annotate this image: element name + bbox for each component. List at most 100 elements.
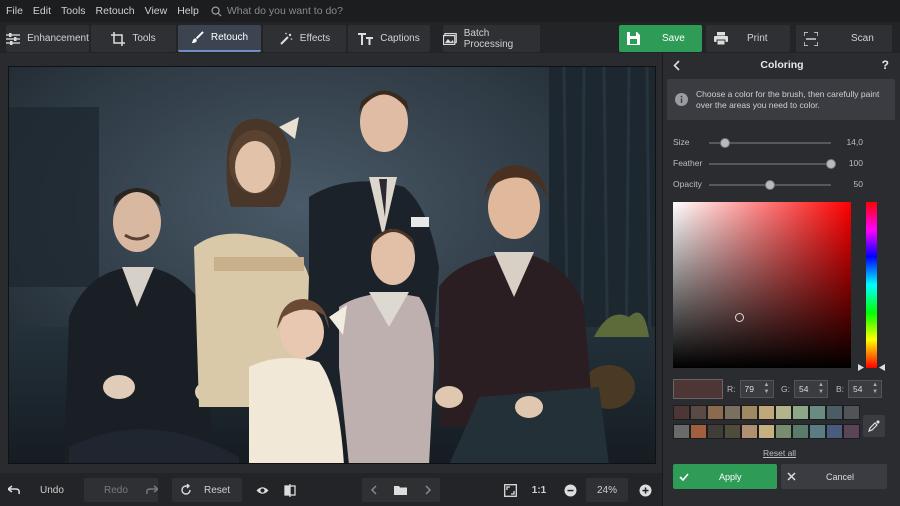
fit-to-screen-button[interactable]	[500, 478, 520, 502]
save-button[interactable]: Save	[619, 25, 702, 52]
color-swatch[interactable]	[809, 424, 826, 439]
blue-label: B:	[836, 384, 845, 394]
menu-retouch[interactable]: Retouch	[96, 5, 135, 17]
toolbar: Enhancement Tools Retouch Effects Captio…	[0, 22, 900, 53]
color-swatch[interactable]	[758, 405, 775, 420]
zoom-out-button[interactable]	[562, 478, 578, 502]
hue-pointer-left-icon[interactable]	[858, 364, 864, 371]
reset-button[interactable]: Reset	[172, 478, 242, 502]
color-saturation-picker[interactable]	[673, 202, 851, 368]
color-swatch[interactable]	[775, 405, 792, 420]
help-icon[interactable]: ?	[882, 58, 889, 72]
color-swatch[interactable]	[809, 405, 826, 420]
color-swatch[interactable]	[792, 405, 809, 420]
back-arrow-icon[interactable]	[673, 60, 680, 71]
actual-size-button[interactable]: 1:1	[528, 478, 550, 502]
scan-button[interactable]: Scan	[796, 25, 892, 52]
reset-all-link[interactable]: Reset all	[763, 448, 796, 458]
zoom-level-field[interactable]: 24%	[586, 478, 628, 502]
panel-header: Coloring ?	[663, 53, 900, 77]
color-swatch[interactable]	[673, 424, 690, 439]
color-swatch[interactable]	[775, 424, 792, 439]
color-picker-cursor[interactable]	[735, 313, 744, 322]
hue-slider[interactable]	[858, 202, 885, 371]
tab-retouch-label: Retouch	[210, 32, 249, 43]
color-swatch[interactable]	[843, 424, 860, 439]
tab-captions[interactable]: Captions	[348, 25, 430, 52]
cancel-label: Cancel	[826, 471, 855, 482]
size-slider[interactable]	[709, 138, 831, 148]
apply-button[interactable]: Apply	[673, 464, 777, 489]
next-image-icon[interactable]	[424, 485, 432, 495]
size-slider-knob[interactable]	[719, 138, 730, 148]
sliders-icon	[6, 32, 21, 45]
photo-canvas[interactable]	[8, 66, 656, 464]
tab-effects[interactable]: Effects	[263, 25, 346, 52]
tab-enhancement-label: Enhancement	[27, 33, 89, 44]
file-navigation	[362, 478, 440, 502]
color-swatch[interactable]	[690, 405, 707, 420]
color-swatch[interactable]	[826, 424, 843, 439]
green-label: G:	[781, 384, 790, 394]
opacity-slider-knob[interactable]	[765, 180, 775, 190]
undo-icon	[8, 485, 20, 495]
current-color-preview	[673, 379, 723, 399]
close-icon	[787, 472, 796, 481]
menu-file[interactable]: File	[6, 5, 23, 17]
menu-view[interactable]: View	[145, 5, 168, 17]
red-value: 79	[744, 384, 754, 394]
zoom-in-button[interactable]	[637, 478, 653, 502]
tab-tools-label: Tools	[132, 33, 156, 44]
floppy-disk-icon	[627, 32, 640, 45]
menu-tools[interactable]: Tools	[61, 5, 86, 17]
color-swatch[interactable]	[741, 405, 758, 420]
opacity-slider[interactable]	[709, 180, 831, 190]
folder-icon[interactable]	[394, 485, 408, 495]
tab-retouch[interactable]: Retouch	[178, 25, 261, 52]
size-slider-row: Size 14,0	[673, 137, 893, 149]
search-input[interactable]: What do you want to do?	[211, 5, 343, 17]
rgb-row: R: 79 ▲ ▼ G: 54 ▲ ▼ B: 54 ▲ ▼	[673, 379, 891, 399]
color-swatch[interactable]	[826, 405, 843, 420]
green-input[interactable]: 54 ▲ ▼	[793, 380, 828, 398]
prev-image-icon[interactable]	[370, 485, 378, 495]
color-swatch[interactable]	[707, 424, 724, 439]
opacity-value: 50	[853, 179, 863, 189]
color-swatch[interactable]	[758, 424, 775, 439]
blue-spinner-icon[interactable]: ▲ ▼	[872, 382, 878, 396]
blue-value: 54	[853, 384, 863, 394]
red-spinner-icon[interactable]: ▲ ▼	[764, 382, 770, 396]
hue-pointer-right-icon[interactable]	[879, 364, 885, 371]
green-spinner-icon[interactable]: ▲ ▼	[818, 382, 824, 396]
color-swatch[interactable]	[843, 405, 860, 420]
coloring-panel: Coloring ? Choose a color for the brush,…	[662, 53, 900, 506]
color-swatch[interactable]	[792, 424, 809, 439]
info-icon	[675, 93, 688, 106]
preview-eye-button[interactable]	[252, 478, 272, 502]
compare-button[interactable]	[280, 478, 300, 502]
tab-tools[interactable]: Tools	[91, 25, 176, 52]
blue-input[interactable]: 54 ▲ ▼	[848, 380, 883, 398]
color-swatch[interactable]	[690, 424, 707, 439]
feather-slider[interactable]	[709, 159, 836, 169]
color-swatch[interactable]	[724, 424, 741, 439]
color-swatch[interactable]	[724, 405, 741, 420]
menu-edit[interactable]: Edit	[33, 5, 51, 17]
red-field: R: 79 ▲ ▼	[727, 380, 774, 398]
red-input[interactable]: 79 ▲ ▼	[739, 380, 774, 398]
batch-processing-label: Batch Processing	[463, 27, 514, 50]
cancel-button[interactable]: Cancel	[781, 464, 887, 489]
tab-enhancement[interactable]: Enhancement	[6, 25, 89, 52]
print-button[interactable]: Print	[706, 25, 790, 52]
tab-captions-label: Captions	[380, 33, 420, 44]
undo-button[interactable]: Undo	[8, 478, 80, 502]
color-swatch[interactable]	[741, 424, 758, 439]
redo-button[interactable]: Redo	[84, 478, 158, 502]
menu-help[interactable]: Help	[177, 5, 199, 17]
batch-processing-button[interactable]: Batch Processing	[443, 25, 540, 52]
fit-screen-icon	[503, 483, 517, 497]
color-swatch[interactable]	[673, 405, 690, 420]
color-swatch[interactable]	[707, 405, 724, 420]
eyedropper-button[interactable]	[863, 415, 885, 437]
canvas-area[interactable]	[0, 53, 662, 473]
